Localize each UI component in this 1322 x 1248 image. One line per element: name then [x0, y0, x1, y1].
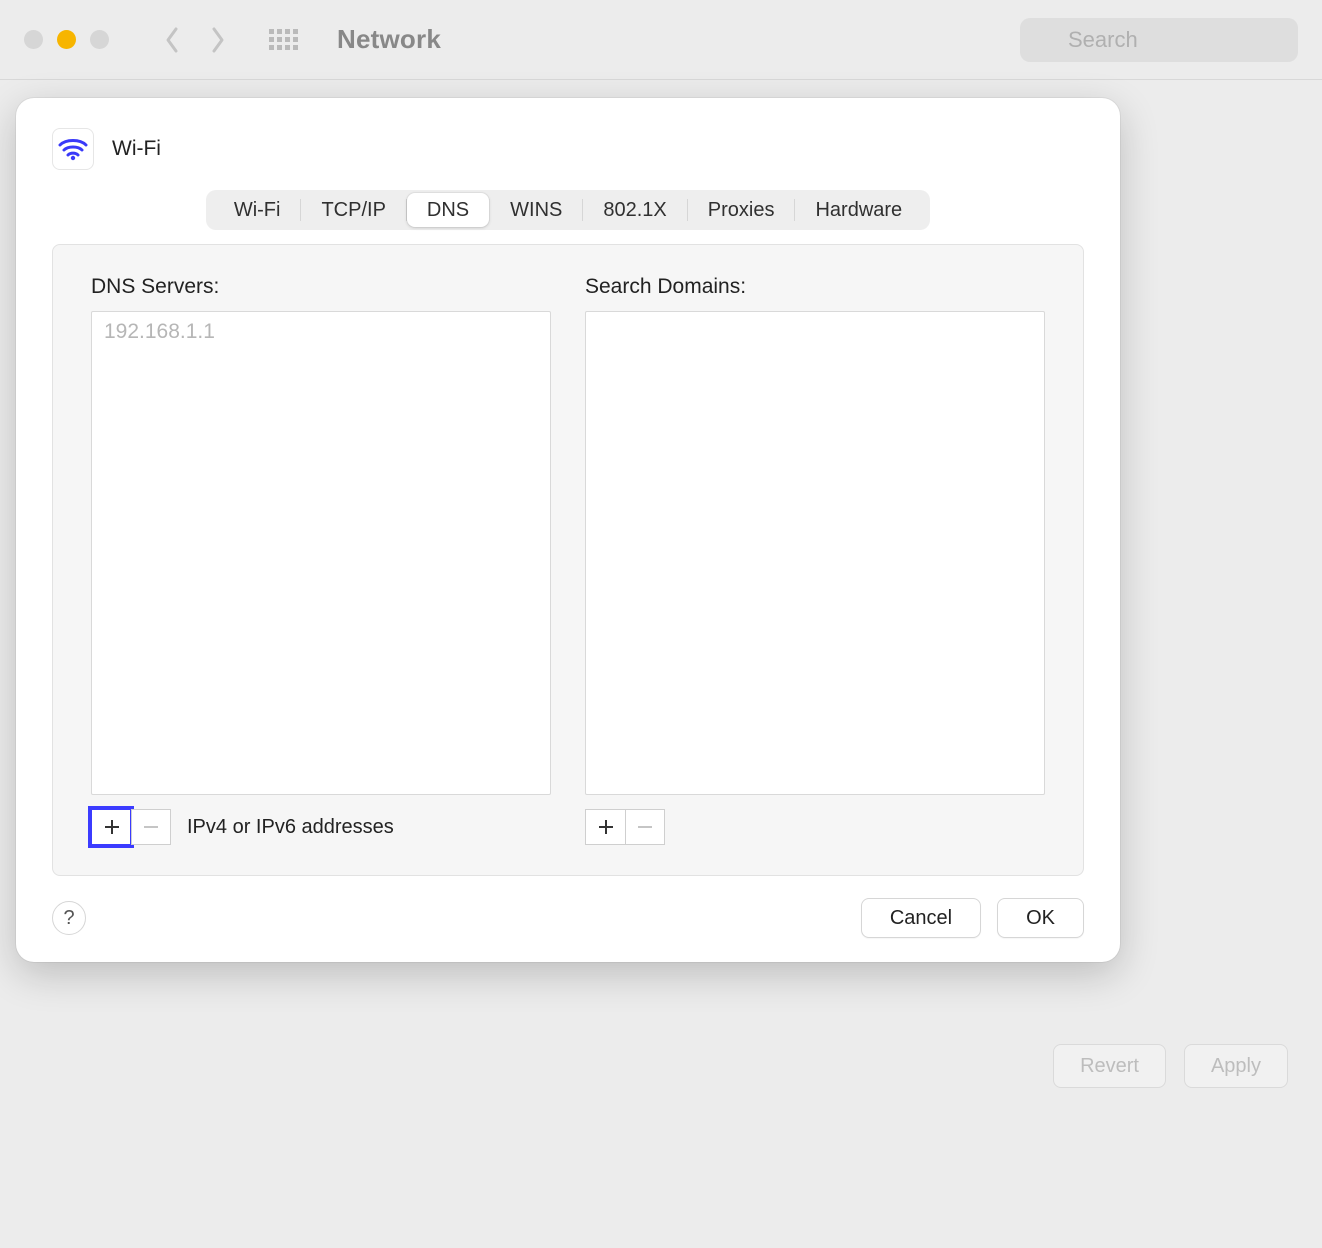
- tab-bar: Wi-Fi TCP/IP DNS WINS 802.1X Proxies Har…: [206, 190, 930, 230]
- plus-icon: [597, 818, 615, 836]
- revert-button[interactable]: Revert: [1053, 1044, 1166, 1088]
- tab-tcpip[interactable]: TCP/IP: [301, 193, 405, 227]
- tab-wins[interactable]: WINS: [490, 193, 582, 227]
- search-domains-list[interactable]: [585, 311, 1045, 795]
- tab-dns[interactable]: DNS: [407, 193, 489, 227]
- wifi-icon: [58, 137, 88, 161]
- tab-wifi[interactable]: Wi-Fi: [214, 193, 301, 227]
- advanced-sheet: Wi-Fi Wi-Fi TCP/IP DNS WINS 802.1X Proxi…: [16, 98, 1120, 962]
- search-wrap: [1020, 18, 1298, 62]
- minus-icon: [142, 818, 160, 836]
- show-all-icon[interactable]: [269, 25, 299, 55]
- chevron-right-icon: [210, 26, 226, 54]
- minus-icon: [636, 818, 654, 836]
- minimize-window-button[interactable]: [57, 30, 76, 49]
- background-footer: Revert Apply: [1053, 1044, 1288, 1088]
- help-button[interactable]: ?: [52, 901, 86, 935]
- tab-hardware[interactable]: Hardware: [795, 193, 922, 227]
- remove-dns-server-button[interactable]: [131, 809, 171, 845]
- window-title: Network: [337, 24, 441, 55]
- back-button[interactable]: [159, 27, 185, 53]
- dns-servers-addremove: IPv4 or IPv6 addresses: [91, 809, 551, 845]
- interface-name: Wi-Fi: [112, 137, 161, 161]
- dns-panel: DNS Servers: 192.168.1.1 IPv4 or IPv6 ad…: [52, 244, 1084, 876]
- cancel-button[interactable]: Cancel: [861, 898, 981, 938]
- zoom-window-button[interactable]: [90, 30, 109, 49]
- question-icon: ?: [63, 907, 74, 930]
- search-domains-addremove: [585, 809, 1045, 845]
- dns-hint: IPv4 or IPv6 addresses: [187, 816, 394, 839]
- add-dns-server-button[interactable]: [91, 809, 131, 845]
- apply-button[interactable]: Apply: [1184, 1044, 1288, 1088]
- sheet-header: Wi-Fi: [52, 128, 1084, 170]
- ok-button[interactable]: OK: [997, 898, 1084, 938]
- toolbar: Network: [0, 0, 1322, 80]
- tab-proxies[interactable]: Proxies: [688, 193, 795, 227]
- close-window-button[interactable]: [24, 30, 43, 49]
- add-search-domain-button[interactable]: [585, 809, 625, 845]
- dns-servers-column: DNS Servers: 192.168.1.1 IPv4 or IPv6 ad…: [91, 275, 551, 845]
- tab-8021x[interactable]: 802.1X: [583, 193, 686, 227]
- list-item[interactable]: 192.168.1.1: [104, 320, 538, 344]
- interface-icon-box: [52, 128, 94, 170]
- forward-button[interactable]: [205, 27, 231, 53]
- plus-icon: [103, 818, 121, 836]
- window-controls: [24, 30, 109, 49]
- dns-servers-label: DNS Servers:: [91, 275, 551, 299]
- chevron-left-icon: [164, 26, 180, 54]
- dns-servers-list[interactable]: 192.168.1.1: [91, 311, 551, 795]
- search-domains-label: Search Domains:: [585, 275, 1045, 299]
- search-input[interactable]: [1020, 18, 1298, 62]
- remove-search-domain-button[interactable]: [625, 809, 665, 845]
- sheet-footer: ? Cancel OK: [52, 898, 1084, 938]
- search-domains-column: Search Domains:: [585, 275, 1045, 845]
